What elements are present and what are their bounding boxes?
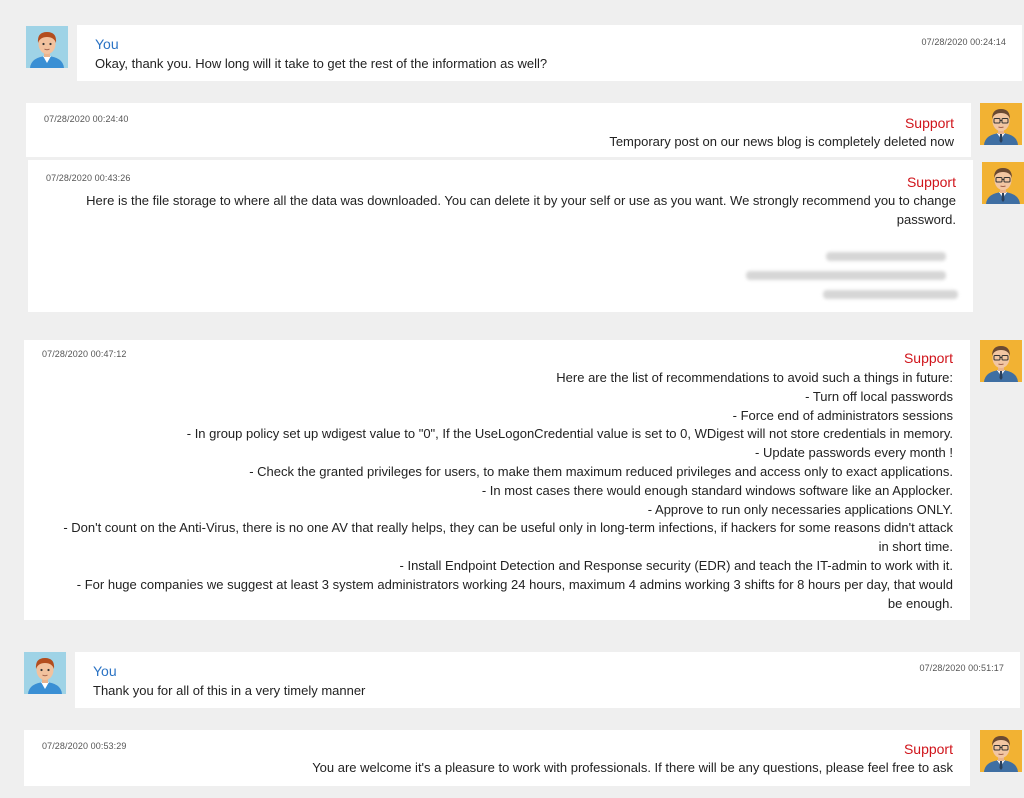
sender-name: Support — [903, 350, 953, 366]
message-line: - Install Endpoint Detection and Respons… — [399, 557, 953, 573]
message-line: Here are the list of recommendations to … — [556, 370, 953, 385]
message-line: be enough. — [887, 595, 953, 611]
sender-name: Support — [903, 741, 953, 757]
message-line: - Approve to run only necessaries applic… — [647, 501, 953, 517]
redacted-text — [826, 252, 946, 261]
message-card-you: You 07/28/2020 00:24:14 Okay, thank you.… — [77, 25, 1022, 81]
message-text: Thank you for all of this in a very time… — [93, 683, 366, 698]
message-card-support: 07/28/2020 00:24:40 Support Temporary po… — [26, 103, 971, 157]
message-line: Here is the file storage to where all th… — [86, 193, 956, 208]
message-line: - Don't count on the Anti-Virus, there i… — [63, 520, 953, 536]
message-timestamp: 07/28/2020 00:53:29 — [42, 741, 127, 751]
sender-name: You — [93, 663, 117, 679]
message-line: - In group policy set up wdigest value t… — [186, 426, 953, 442]
message-line: - For huge companies we suggest at least… — [76, 576, 953, 592]
message-line: in short time. — [878, 539, 953, 555]
message-timestamp: 07/28/2020 00:24:14 — [921, 37, 1006, 47]
support-avatar-icon — [980, 730, 1022, 772]
message-text: Okay, thank you. How long will it take t… — [95, 56, 548, 71]
message-text: Temporary post on our news blog is compl… — [609, 134, 954, 149]
redacted-text — [746, 271, 946, 280]
message-line: - In most cases there would enough stand… — [481, 482, 953, 498]
user-avatar-icon — [26, 26, 68, 68]
message-text: Here are the list of recommendations to … — [63, 369, 953, 613]
support-avatar-icon — [980, 340, 1022, 382]
user-avatar-icon — [24, 652, 66, 694]
message-text: You are welcome it's a pleasure to work … — [312, 760, 953, 775]
message-line: - Check the granted privileges for users… — [249, 463, 953, 479]
message-line: - Update passwords every month ! — [755, 445, 953, 461]
message-timestamp: 07/28/2020 00:43:26 — [46, 173, 131, 183]
message-line: password. — [896, 211, 956, 227]
message-card-support: 07/28/2020 00:43:26 Support Here is the … — [28, 160, 973, 312]
message-line: - Turn off local passwords — [805, 388, 953, 404]
message-card-support: 07/28/2020 00:53:29 Support You are welc… — [24, 730, 970, 786]
support-avatar-icon — [980, 103, 1022, 145]
message-timestamp: 07/28/2020 00:51:17 — [919, 663, 1004, 673]
sender-name: Support — [906, 174, 956, 190]
message-card-support: 07/28/2020 00:47:12 Support Here are the… — [24, 340, 970, 620]
message-line: - Force end of administrators sessions — [732, 407, 953, 423]
message-card-you: You 07/28/2020 00:51:17 Thank you for al… — [75, 652, 1020, 708]
message-timestamp: 07/28/2020 00:24:40 — [44, 114, 129, 124]
message-timestamp: 07/28/2020 00:47:12 — [42, 349, 127, 359]
support-avatar-icon — [982, 162, 1024, 204]
message-text: Here is the file storage to where all th… — [86, 192, 956, 230]
redacted-text — [823, 290, 958, 299]
sender-name: Support — [904, 115, 954, 131]
sender-name: You — [95, 36, 119, 52]
